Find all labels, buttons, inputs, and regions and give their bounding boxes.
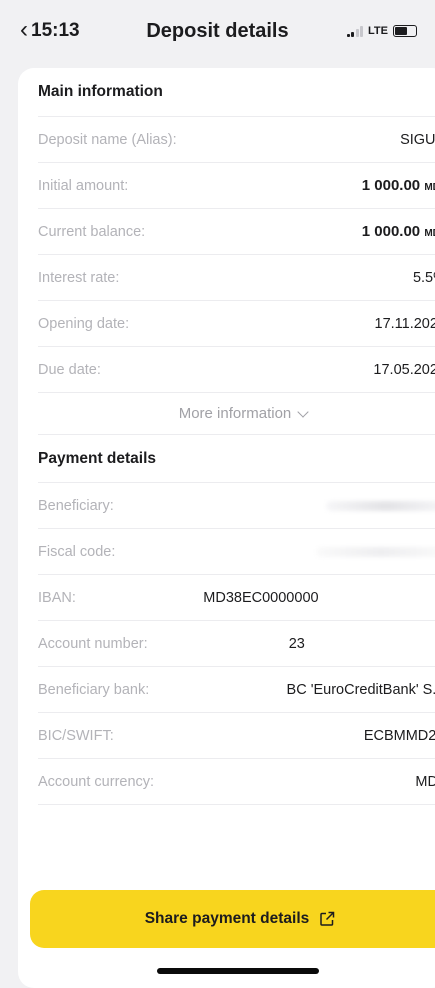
row-account-number: Account number: 23	[38, 620, 435, 666]
status-icons: LTE	[347, 25, 417, 37]
row-interest-rate: Interest rate: 5.5%	[38, 254, 435, 300]
signal-icon	[347, 26, 364, 37]
row-value: MDL	[415, 774, 435, 790]
row-value: MD38EC0000000	[76, 590, 435, 606]
row-value: 1 000.00 MDL	[362, 223, 435, 240]
row-beneficiary: Beneficiary:	[38, 482, 435, 528]
payment-details-title: Payment details	[38, 434, 435, 482]
row-label: Due date:	[38, 362, 101, 378]
row-label: Deposit name (Alias):	[38, 132, 177, 148]
row-bic-swift: BIC/SWIFT: ECBMMD2X	[38, 712, 435, 758]
more-information-button[interactable]: More information	[38, 392, 435, 434]
row-value: 23	[148, 636, 435, 652]
row-opening-date: Opening date: 17.11.2025	[38, 300, 435, 346]
row-value: 17.11.2025	[375, 316, 435, 332]
back-button[interactable]: ‹ 15:13	[20, 20, 80, 42]
row-iban: IBAN: MD38EC0000000	[38, 574, 435, 620]
row-label: Opening date:	[38, 316, 129, 332]
row-label: Current balance:	[38, 224, 145, 240]
row-label: Account number:	[38, 636, 148, 652]
status-bar: ‹ 15:13 Deposit details LTE	[0, 0, 435, 62]
row-initial-amount: Initial amount: 1 000.00 MDL	[38, 162, 435, 208]
row-value: ECBMMD2X	[364, 728, 435, 744]
chevron-left-icon: ‹	[20, 18, 28, 42]
main-information-title: Main information	[18, 68, 435, 116]
row-deposit-name: Deposit name (Alias): SIGUR	[38, 116, 435, 162]
row-value: 1 000.00 MDL	[362, 177, 435, 194]
row-value: 17.05.2026	[373, 362, 435, 378]
status-time: 15:13	[31, 20, 80, 42]
row-beneficiary-bank: Beneficiary bank: BC 'EuroCreditBank' S.…	[38, 666, 435, 712]
share-button-label: Share payment details	[145, 910, 310, 928]
row-value: BC 'EuroCreditBank' S.A	[287, 682, 435, 698]
row-value: SIGUR	[400, 132, 435, 148]
external-share-icon	[319, 911, 335, 927]
row-label: Initial amount:	[38, 178, 128, 194]
row-label: Account currency:	[38, 774, 154, 790]
row-value: 5.5%	[413, 270, 435, 286]
more-information-label: More information	[179, 405, 292, 422]
network-type: LTE	[368, 25, 388, 37]
row-label: Fiscal code:	[38, 544, 115, 560]
row-label: IBAN:	[38, 590, 76, 606]
details-card: Main information Deposit name (Alias): S…	[18, 68, 435, 988]
redacted-value	[316, 547, 435, 557]
redacted-value	[326, 501, 435, 511]
chevron-down-icon	[298, 406, 309, 417]
row-divider	[38, 804, 435, 805]
battery-icon	[393, 25, 417, 37]
home-indicator	[157, 968, 319, 974]
row-label: Beneficiary bank:	[38, 682, 149, 698]
row-due-date: Due date: 17.05.2026	[38, 346, 435, 392]
row-fiscal-code: Fiscal code:	[38, 528, 435, 574]
row-label: BIC/SWIFT:	[38, 728, 114, 744]
share-payment-details-button[interactable]: Share payment details	[30, 890, 435, 948]
row-label: Beneficiary:	[38, 498, 114, 514]
row-label: Interest rate:	[38, 270, 119, 286]
row-account-currency: Account currency: MDL	[38, 758, 435, 804]
row-current-balance: Current balance: 1 000.00 MDL	[38, 208, 435, 254]
